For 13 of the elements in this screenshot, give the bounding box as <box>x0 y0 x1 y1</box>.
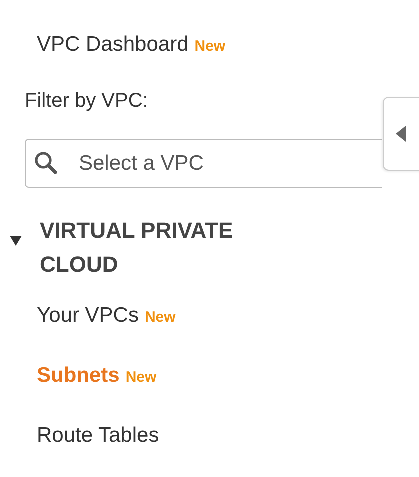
search-field[interactable]: Select a VPC <box>25 139 382 188</box>
nav-link[interactable]: Your VPCs <box>37 304 139 328</box>
new-label: New <box>144 309 176 326</box>
nav-link[interactable]: VPC Dashboard <box>37 33 189 57</box>
collapse-tab[interactable] <box>383 97 419 171</box>
caret-icon <box>396 126 406 142</box>
search-icon <box>34 151 58 175</box>
filter-label: Filter by VPC: <box>25 90 150 113</box>
new-label: New <box>194 38 226 55</box>
new-label: New <box>126 369 157 386</box>
section-title: VIRTUAL PRIVATE CLOUD <box>40 217 234 279</box>
nav-link[interactable]: Route Tables <box>37 424 160 448</box>
caret-icon[interactable] <box>10 236 22 246</box>
